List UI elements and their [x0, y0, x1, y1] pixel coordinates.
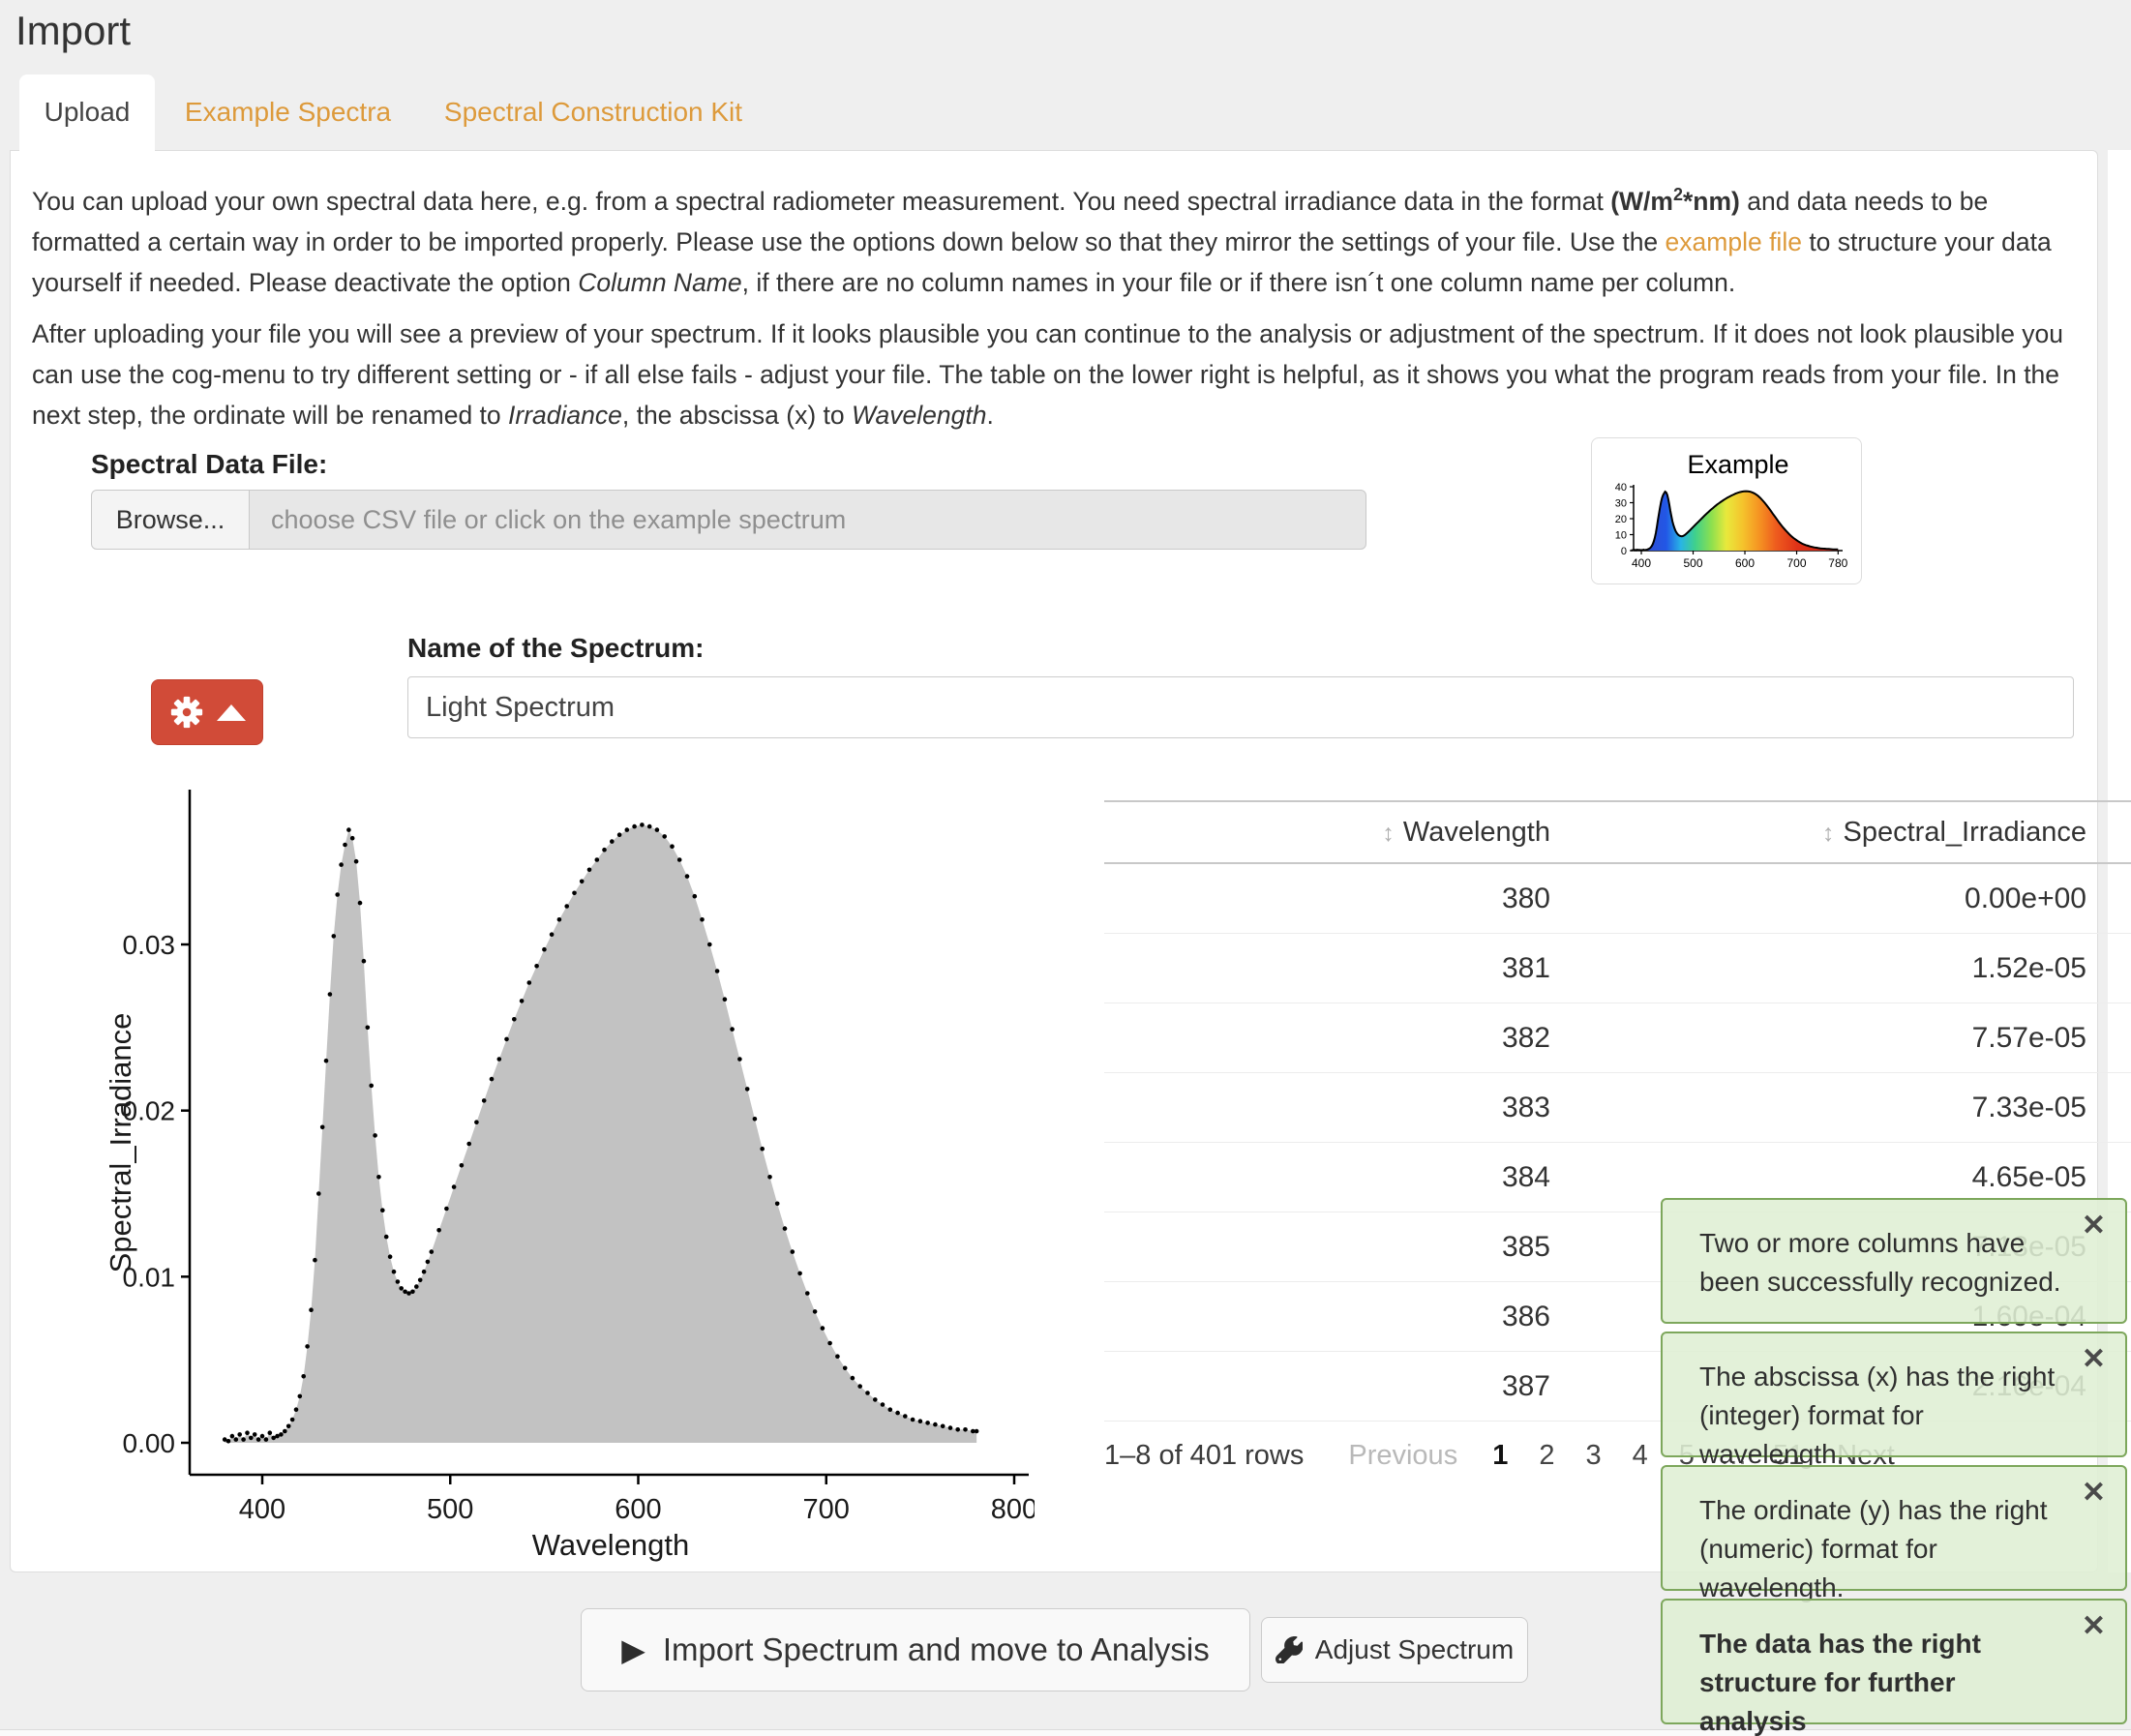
- wavelength-cell: 386: [1104, 1282, 1551, 1352]
- page-2[interactable]: 2: [1539, 1440, 1554, 1471]
- file-input-group: Browse...: [91, 490, 1366, 550]
- page-1[interactable]: 1: [1492, 1440, 1508, 1471]
- example-file-link[interactable]: example file: [1666, 227, 1802, 256]
- success-toast: Two or more columns have been successful…: [1661, 1198, 2127, 1324]
- close-icon[interactable]: ✕: [2082, 1345, 2106, 1374]
- wavelength-cell: 384: [1104, 1143, 1551, 1212]
- svg-text:30: 30: [1615, 498, 1627, 510]
- close-icon[interactable]: ✕: [2082, 1212, 2106, 1241]
- svg-text:Wavelength: Wavelength: [532, 1528, 690, 1562]
- spectrum-plot: 0.000.010.020.03400500600700800Spectral_…: [107, 775, 1035, 1569]
- svg-text:0: 0: [1621, 546, 1627, 557]
- toast-message: Two or more columns have been successful…: [1699, 1228, 2061, 1297]
- caret-up-icon: [217, 704, 246, 721]
- wavelength-cell: 382: [1104, 1003, 1551, 1073]
- wavelength-cell: 380: [1104, 863, 1551, 934]
- irradiance-cell: 1.52e-05: [1551, 934, 2131, 1003]
- toast-message: The ordinate (y) has the right (numeric)…: [1699, 1495, 2048, 1602]
- import-page: Import Upload Example Spectra Spectral C…: [0, 0, 2131, 1736]
- close-icon[interactable]: ✕: [2082, 1612, 2106, 1641]
- row-count-info: 1–8 of 401 rows: [1104, 1440, 1304, 1472]
- tab-example-spectra[interactable]: Example Spectra: [184, 75, 392, 150]
- column-label: Wavelength: [1403, 817, 1550, 848]
- svg-text:0.00: 0.00: [123, 1428, 176, 1458]
- sort-icon: ↕: [1382, 820, 1395, 847]
- svg-text:20: 20: [1615, 514, 1627, 525]
- toast-message: The abscissa (x) has the right (integer)…: [1699, 1362, 2055, 1469]
- browse-button[interactable]: Browse...: [91, 490, 250, 550]
- preview-table: ↕ Wavelength ↕ Spectral_Irradiance 3800.00e…: [1104, 800, 2131, 1422]
- svg-text:800: 800: [991, 1494, 1035, 1525]
- column-label: Spectral_Irradiance: [1844, 817, 2086, 848]
- svg-text:500: 500: [1684, 556, 1703, 570]
- sort-icon: ↕: [1822, 820, 1835, 847]
- wrench-icon: [1276, 1636, 1303, 1663]
- wavelength-cell: 385: [1104, 1212, 1551, 1282]
- wavelength-cell: 383: [1104, 1073, 1551, 1143]
- intro-paragraph-2: After uploading your file you will see a…: [32, 314, 2086, 435]
- page-title: Import: [15, 0, 131, 54]
- spectrum-name-label: Name of the Spectrum:: [407, 633, 705, 664]
- table-row: 3800.00e+00: [1104, 863, 2131, 934]
- table-row: 3827.57e-05: [1104, 1003, 2131, 1073]
- svg-text:400: 400: [1632, 556, 1651, 570]
- close-icon[interactable]: ✕: [2082, 1479, 2106, 1508]
- play-icon: ▶: [621, 1631, 645, 1668]
- intro-paragraph-1: You can upload your own spectral data he…: [32, 174, 2086, 303]
- svg-text:Example: Example: [1687, 450, 1788, 479]
- toast-message: The data has the right structure for fur…: [1699, 1629, 1981, 1736]
- success-toast: The data has the right structure for fur…: [1661, 1599, 2127, 1724]
- adjust-button-label: Adjust Spectrum: [1315, 1634, 1514, 1665]
- example-spectrum-chart: Example 0 10 20 30 40 400 500 600 700 780: [1605, 448, 1848, 574]
- irradiance-cell: 7.57e-05: [1551, 1003, 2131, 1073]
- page-footer-strip: [0, 1729, 2131, 1736]
- svg-text:700: 700: [1787, 556, 1807, 570]
- gear-icon: [168, 694, 205, 731]
- adjust-spectrum-button[interactable]: Adjust Spectrum: [1261, 1617, 1528, 1683]
- wavelength-cell: 381: [1104, 934, 1551, 1003]
- svg-text:500: 500: [427, 1494, 473, 1525]
- svg-text:700: 700: [803, 1494, 850, 1525]
- irradiance-cell: 0.00e+00: [1551, 863, 2131, 934]
- wavelength-cell: 387: [1104, 1352, 1551, 1422]
- tab-upload[interactable]: Upload: [19, 75, 155, 152]
- success-toast: The ordinate (y) has the right (numeric)…: [1661, 1465, 2127, 1591]
- svg-text:10: 10: [1615, 530, 1627, 542]
- column-header-spectral_irradiance[interactable]: ↕ Spectral_Irradiance: [1551, 801, 2131, 863]
- tab-spectral-construction-kit[interactable]: Spectral Construction Kit: [443, 75, 743, 150]
- file-name-input[interactable]: [250, 490, 1366, 550]
- success-toast: The abscissa (x) has the right (integer)…: [1661, 1332, 2127, 1457]
- column-header-wavelength[interactable]: ↕ Wavelength: [1104, 801, 1551, 863]
- svg-text:400: 400: [239, 1494, 285, 1525]
- example-spectrum-thumbnail[interactable]: Example 0 10 20 30 40 400 500 600 700 780: [1591, 437, 1862, 584]
- svg-text:780: 780: [1828, 556, 1847, 570]
- svg-text:0.03: 0.03: [123, 930, 176, 960]
- svg-text:600: 600: [615, 1494, 661, 1525]
- spectrum-name-input[interactable]: [407, 676, 2074, 738]
- page-4[interactable]: 4: [1633, 1440, 1648, 1471]
- svg-text:Spectral_Irradiance: Spectral_Irradiance: [107, 1013, 137, 1273]
- svg-text:40: 40: [1615, 482, 1627, 494]
- import-button-label: Import Spectrum and move to Analysis: [663, 1631, 1210, 1668]
- table-row: 3837.33e-05: [1104, 1073, 2131, 1143]
- settings-cog-button[interactable]: [151, 679, 263, 745]
- svg-text:600: 600: [1735, 556, 1755, 570]
- page-3[interactable]: 3: [1585, 1440, 1601, 1471]
- file-input-label: Spectral Data File:: [91, 449, 327, 480]
- irradiance-cell: 7.33e-05: [1551, 1073, 2131, 1143]
- table-row: 3811.52e-05: [1104, 934, 2131, 1003]
- import-spectrum-button[interactable]: ▶ Import Spectrum and move to Analysis: [581, 1608, 1250, 1691]
- previous-page-button[interactable]: Previous: [1348, 1440, 1457, 1472]
